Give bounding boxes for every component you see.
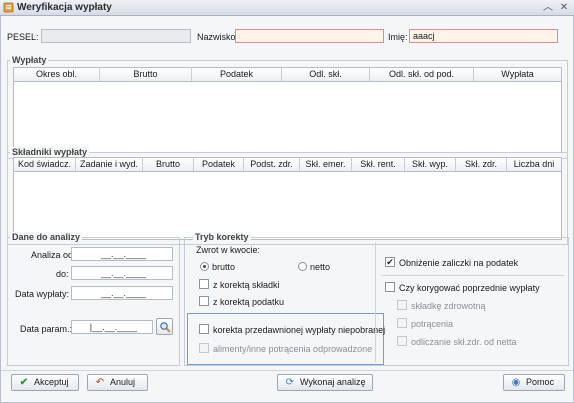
dialog-body: PESEL: Nazwisko: Imię: aaacj Wypłaty Okr… (0, 16, 574, 403)
pomoc-button[interactable]: ◉ Pomoc (503, 374, 565, 391)
anuluj-label: Anuluj (110, 377, 136, 387)
obnizenie-label: Obniżenie zaliczki na podatek (399, 258, 519, 268)
radio-netto-label: netto (310, 262, 331, 272)
akceptuj-button[interactable]: ✔ Akceptuj (11, 374, 79, 391)
column-header[interactable]: Brutto (143, 158, 194, 171)
footer-divider (1, 370, 573, 371)
undo-icon: ↶ (95, 377, 105, 388)
collapse-icon[interactable]: ︿ (542, 2, 554, 14)
radio-brutto-label: brutto (212, 262, 236, 272)
imie-label: Imię: (388, 32, 408, 42)
do-label: do: (56, 269, 69, 279)
column-header[interactable]: Skł. wyp. (405, 158, 456, 171)
wykonaj-analize-label: Wykonaj analizę (300, 377, 366, 387)
radio-brutto[interactable] (200, 262, 209, 271)
analiza-od-field[interactable]: __.__.____ (71, 247, 173, 261)
column-header[interactable]: Okres obl. (14, 68, 100, 81)
czy-korygowac-checkbox[interactable] (385, 282, 395, 292)
divider (381, 275, 564, 276)
column-header[interactable]: Skł. rent. (352, 158, 405, 171)
check-icon: ✔ (19, 377, 29, 388)
window-title: Weryfikacja wypłaty (17, 2, 112, 13)
close-icon[interactable]: ✕ (558, 2, 570, 14)
odliczanie-label: odliczanie skł.zdr. od netta (411, 337, 517, 347)
column-header[interactable]: Odl. skł. od pod. (370, 68, 474, 81)
data-wyplaty-field[interactable]: __.__.____ (71, 286, 173, 300)
column-header[interactable]: Wypłata (474, 68, 561, 81)
tryb-korekty-title: Tryb korekty (193, 232, 251, 242)
do-field[interactable]: __.__.____ (71, 266, 173, 280)
column-header[interactable]: Skł. zdr. (456, 158, 507, 171)
alimenty-checkbox[interactable] (199, 343, 209, 353)
column-header[interactable]: Skł. emer. (300, 158, 352, 171)
korekta-skladki-label: z korektą składki (213, 280, 280, 290)
odliczanie-checkbox[interactable] (397, 336, 407, 346)
analiza-od-label: Analiza od: (31, 250, 76, 260)
column-header[interactable]: Zadanie i wyd. (76, 158, 143, 171)
analiza-title: Dane do analizy (10, 232, 83, 242)
skladniki-table[interactable]: Kod świadcz. Zadanie i wyd. Brutto Podat… (13, 157, 562, 240)
korekta-podatku-checkbox[interactable] (199, 296, 209, 306)
column-header[interactable]: Podst. zdr. (244, 158, 300, 171)
korekta-przedawnionej-label: korekta przedawnionej wypłaty niepobrane… (213, 325, 386, 335)
korekta-przedawnionej-checkbox[interactable] (199, 324, 209, 334)
skladke-label: składkę zdrowotną (411, 301, 486, 311)
pesel-label: PESEL: (7, 32, 39, 42)
nazwisko-field[interactable] (235, 29, 384, 43)
data-wyplaty-label: Data wypłaty: (15, 289, 70, 299)
column-header[interactable]: Liczba dni (507, 158, 561, 171)
refresh-icon: ⟳ (285, 377, 295, 388)
skladniki-header: Kod świadcz. Zadanie i wyd. Brutto Podat… (14, 158, 561, 172)
pesel-field[interactable] (41, 29, 191, 43)
radio-netto[interactable] (298, 262, 307, 271)
column-header[interactable]: Odl. skł. (282, 68, 370, 81)
wyplaty-table[interactable]: Okres obl. Brutto Podatek Odl. skł. Odl.… (13, 67, 562, 153)
potracenia-label: potrącenia (411, 319, 454, 329)
column-header[interactable]: Podatek (194, 158, 244, 171)
column-header[interactable]: Podatek (192, 68, 282, 81)
highlight-frame (187, 313, 384, 365)
lookup-button[interactable] (156, 318, 173, 335)
wyplaty-header: Okres obl. Brutto Podatek Odl. skł. Odl.… (14, 68, 561, 82)
search-icon (160, 322, 171, 333)
akceptuj-label: Akceptuj (34, 377, 69, 387)
skladniki-title: Składniki wypłaty (10, 147, 90, 157)
wyplaty-title: Wypłaty (10, 55, 49, 65)
imie-field[interactable]: aaacj (409, 29, 558, 43)
column-header[interactable]: Brutto (100, 68, 192, 81)
column-header[interactable]: Kod świadcz. (14, 158, 76, 171)
help-icon: ◉ (511, 377, 521, 388)
nazwisko-label: Nazwisko: (197, 32, 239, 42)
korekta-podatku-label: z korektą podatku (213, 297, 285, 307)
czy-korygowac-label: Czy korygować poprzednie wypłaty (399, 283, 540, 293)
obnizenie-checkbox[interactable]: ✔ (385, 257, 395, 267)
alimenty-label: alimenty/inne potrącenia odprowadzone (213, 344, 373, 354)
pomoc-label: Pomoc (526, 377, 555, 387)
wykonaj-analize-button[interactable]: ⟳ Wykonaj analizę (277, 374, 373, 391)
title-bar[interactable]: Weryfikacja wypłaty ︿ ✕ (0, 0, 574, 16)
zwrot-label: Zwrot w kwocie: (196, 245, 261, 255)
data-param-label: Data param.: (20, 324, 73, 334)
skladke-checkbox[interactable] (397, 300, 407, 310)
app-icon (3, 2, 14, 13)
anuluj-button[interactable]: ↶ Anuluj (87, 374, 148, 391)
vertical-separator (375, 242, 376, 362)
data-param-field[interactable]: |__.__.____ (71, 320, 153, 334)
potracenia-checkbox[interactable] (397, 318, 407, 328)
korekta-skladki-checkbox[interactable] (199, 279, 209, 289)
